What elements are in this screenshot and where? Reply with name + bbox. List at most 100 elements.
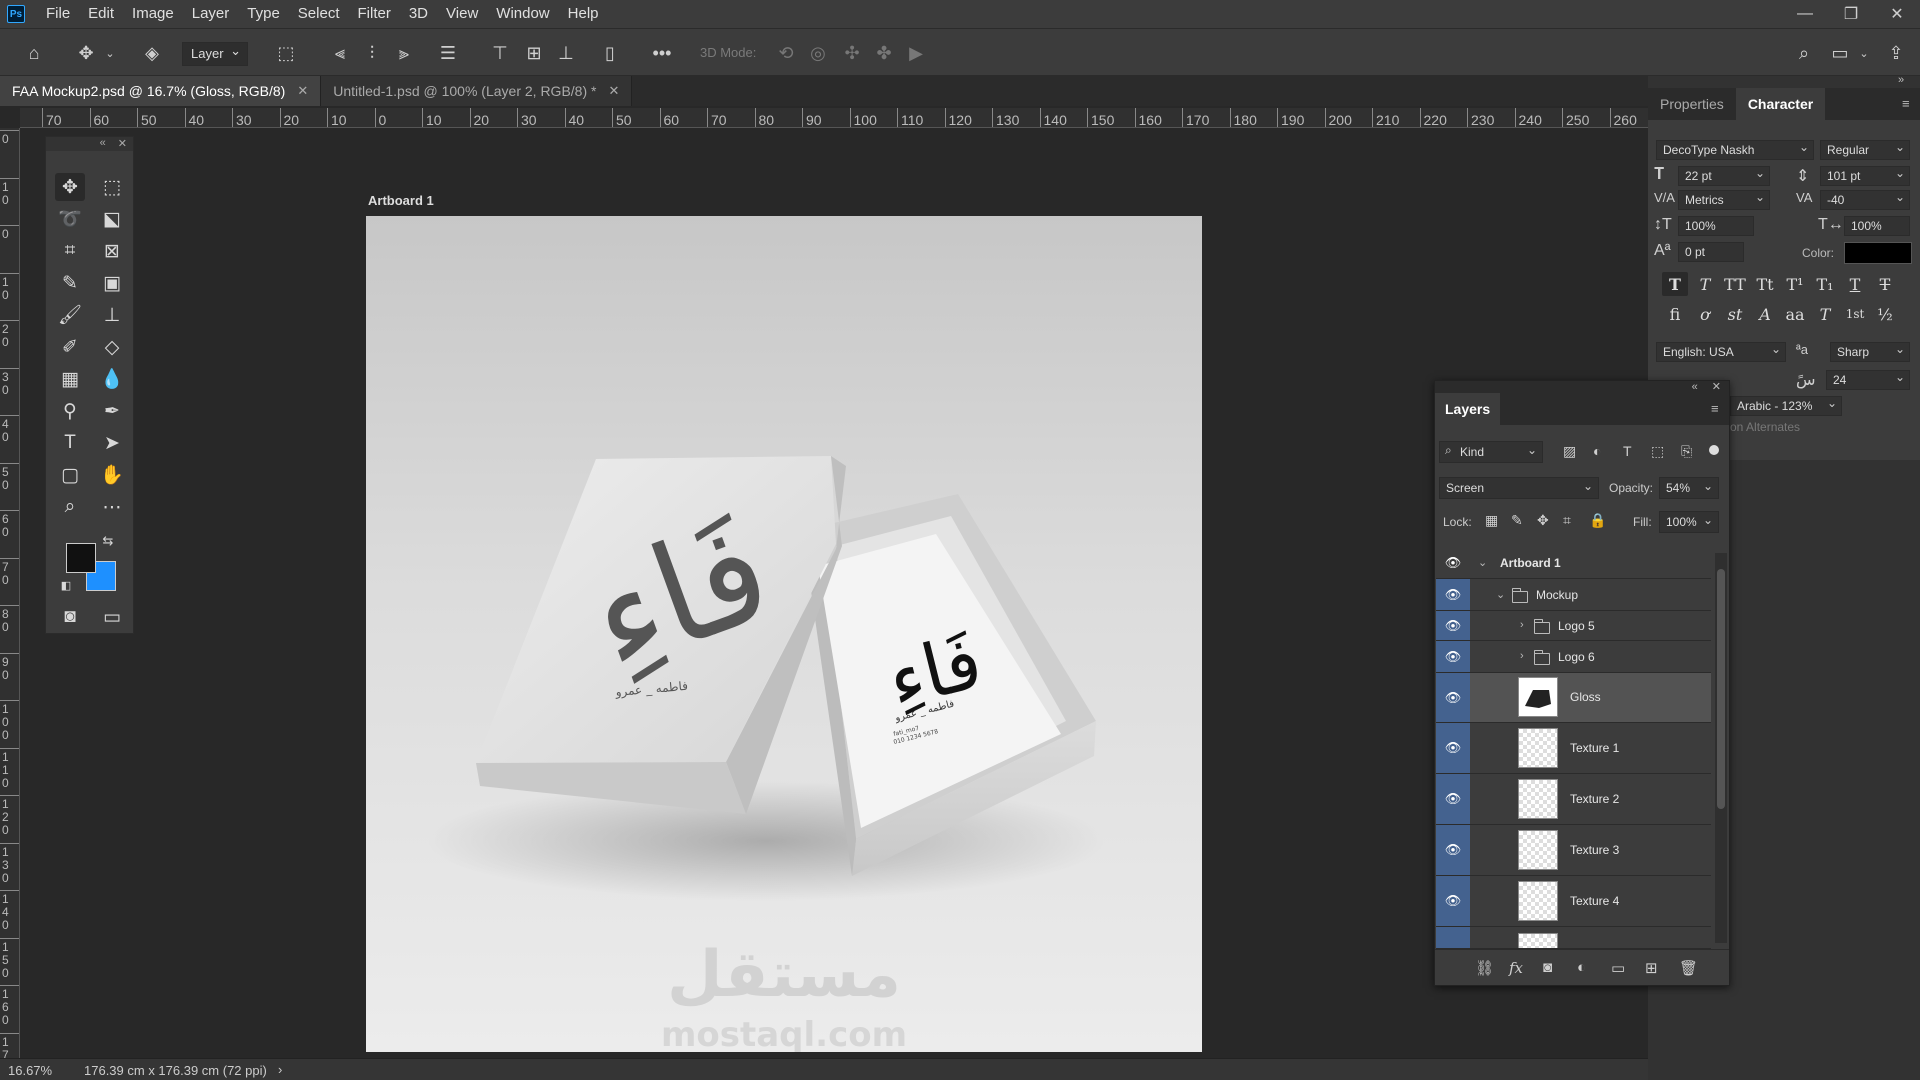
eraser-tool-icon[interactable]: ◇	[97, 333, 127, 361]
clone-stamp-tool-icon[interactable]: ⊥	[97, 301, 127, 329]
titling-alternates-button[interactable]: T	[1812, 302, 1838, 326]
hand-tool-icon[interactable]: ✋	[97, 461, 127, 489]
kerning-field[interactable]: Metrics	[1678, 190, 1770, 210]
history-brush-tool-icon[interactable]: ✐	[55, 333, 85, 361]
align-middle-v-icon[interactable]: ⊞	[522, 41, 546, 65]
lock-all-icon[interactable]: 🔒	[1589, 512, 1606, 529]
language-dropdown[interactable]: English: USA	[1656, 342, 1786, 362]
antialias-dropdown[interactable]: Sharp	[1830, 342, 1910, 362]
horizontal-scale-field[interactable]: 100%	[1844, 216, 1910, 236]
close-tab-icon[interactable]: ✕	[608, 76, 619, 106]
path-selection-tool-icon[interactable]: ➤	[97, 429, 127, 457]
3d-slide-icon[interactable]: ✤	[872, 41, 896, 65]
workspace-icon[interactable]: ▭	[1828, 41, 1852, 65]
visibility-eye-icon[interactable]: 👁	[1436, 825, 1470, 875]
move-tool-icon[interactable]: ✥	[55, 173, 85, 201]
menu-type[interactable]: Type	[238, 0, 289, 28]
delete-layer-icon[interactable]: 🗑	[1679, 959, 1698, 977]
faux-italic-button[interactable]: T	[1692, 272, 1718, 296]
visibility-column[interactable]	[1436, 927, 1470, 948]
pen-tool-icon[interactable]: ✒	[97, 397, 127, 425]
text-color-swatch[interactable]	[1844, 242, 1912, 264]
minimize-button[interactable]: —	[1782, 0, 1828, 28]
shape-tool-icon[interactable]: ▢	[55, 461, 85, 489]
menu-edit[interactable]: Edit	[79, 0, 123, 28]
filter-smart-object-icon[interactable]: ⎘	[1681, 443, 1692, 460]
fill-field[interactable]: 100%	[1659, 511, 1719, 533]
foreground-color-swatch[interactable]	[66, 543, 96, 573]
layer-row[interactable]: 👁 Texture 2	[1436, 774, 1711, 825]
restore-button[interactable]: ❐	[1828, 0, 1874, 28]
blur-tool-icon[interactable]: 💧	[97, 365, 127, 393]
workspace-dropdown-icon[interactable]: ⌄	[1852, 41, 1876, 65]
vertical-ruler[interactable]: 0 10 0 10 20 30 40 50 60 70 80 90 100 110 120 130 140 150…	[0, 128, 20, 1058]
layer-row-selected[interactable]: 👁 Gloss	[1436, 673, 1711, 723]
expand-chevron-icon[interactable]: ›	[1520, 650, 1524, 662]
distribute-v-icon[interactable]: ▯	[598, 41, 622, 65]
object-selection-tool-icon[interactable]: ⬕	[97, 205, 127, 233]
menu-3d[interactable]: 3D	[400, 0, 437, 28]
screen-mode-icon[interactable]: ▭	[97, 603, 127, 631]
3d-pan-icon[interactable]: ✣	[840, 41, 864, 65]
fractions-button[interactable]: ½	[1872, 302, 1898, 326]
layer-row-group[interactable]: 👁 › Logo 5	[1436, 611, 1711, 641]
tab-character[interactable]: Character	[1735, 88, 1826, 120]
small-caps-button[interactable]: Tt	[1752, 272, 1778, 296]
add-mask-icon[interactable]: ◙	[1543, 959, 1552, 976]
align-bottom-icon[interactable]: ⊥	[554, 41, 578, 65]
collapse-icon[interactable]: «	[100, 137, 106, 151]
expand-chevron-icon[interactable]: ⌄	[1496, 588, 1505, 601]
lock-pixels-icon[interactable]: ✎	[1511, 512, 1523, 529]
discretionary-ligatures-button[interactable]: st	[1722, 302, 1748, 326]
brush-tool-icon[interactable]: 🖌	[55, 301, 85, 329]
gradient-tool-icon[interactable]: ▦	[55, 365, 85, 393]
superscript-button[interactable]: T¹	[1782, 272, 1808, 296]
layers-menu-icon[interactable]: ≡	[1711, 401, 1719, 416]
expand-chevron-icon[interactable]: ⌄	[1478, 556, 1487, 569]
baseline-shift-field[interactable]: 0 pt	[1678, 242, 1744, 262]
leading-field[interactable]: 101 pt	[1820, 166, 1910, 186]
layer-row-group[interactable]: 👁 › Logo 6	[1436, 641, 1711, 673]
new-layer-icon[interactable]: ⊞	[1645, 959, 1658, 977]
visibility-eye-icon[interactable]: 👁	[1436, 774, 1470, 824]
type-tool-icon[interactable]: T	[55, 429, 85, 457]
marquee-tool-icon[interactable]: ⬚	[97, 173, 127, 201]
panel-menu-icon[interactable]: ≡	[1902, 96, 1910, 111]
scroll-thumb[interactable]	[1717, 569, 1725, 809]
font-size-field[interactable]: 22 pt	[1678, 166, 1770, 186]
collapse-icon[interactable]: «	[1692, 381, 1698, 393]
tab-untitled[interactable]: Untitled-1.psd @ 100% (Layer 2, RGB/8) *…	[321, 76, 633, 106]
swap-colors-icon[interactable]: ⇆	[100, 533, 116, 549]
old-style-button[interactable]: ơ	[1692, 302, 1718, 326]
frame-tool-icon[interactable]: ⊠	[97, 237, 127, 265]
swash-button[interactable]: A	[1752, 302, 1778, 326]
lock-position-icon[interactable]: ✥	[1537, 512, 1549, 529]
horizontal-ruler[interactable]: 70 60 50 40 30 20 10 0 10 20 30 40 50 60 70 80 90 100 110 1…	[20, 108, 1648, 128]
kashida-field[interactable]: 24	[1826, 370, 1910, 390]
crop-tool-icon[interactable]: ⌗	[55, 237, 85, 265]
zoom-tool-icon[interactable]: ⌕	[55, 493, 85, 521]
close-window-button[interactable]: ✕	[1874, 0, 1920, 28]
visibility-eye-icon[interactable]: 👁	[1436, 723, 1470, 773]
new-group-icon[interactable]: ▭	[1611, 959, 1625, 977]
subscript-button[interactable]: T₁	[1812, 272, 1838, 296]
blend-mode-dropdown[interactable]: Screen	[1439, 477, 1599, 499]
all-caps-button[interactable]: TT	[1722, 272, 1748, 296]
layer-row[interactable]: 👁 Texture 4	[1436, 876, 1711, 927]
vertical-scale-field[interactable]: 100%	[1678, 216, 1754, 236]
move-tool-icon[interactable]: ✥	[74, 41, 98, 65]
align-center-h-icon[interactable]: ⫶	[360, 41, 384, 65]
tracking-field[interactable]: -40	[1820, 190, 1910, 210]
lock-transparent-icon[interactable]: ▦	[1485, 512, 1498, 529]
auto-select-icon[interactable]: ◈	[140, 41, 164, 65]
ligatures-button[interactable]: fi	[1662, 302, 1688, 326]
spot-healing-tool-icon[interactable]: ▣	[97, 269, 127, 297]
status-menu-chevron-icon[interactable]: ›	[278, 1062, 282, 1077]
menu-image[interactable]: Image	[123, 0, 183, 28]
3d-orbit-icon[interactable]: ⟲	[774, 41, 798, 65]
tab-faa-mockup[interactable]: FAA Mockup2.psd @ 16.7% (Gloss, RGB/8) ✕	[0, 76, 322, 106]
filter-pixel-icon[interactable]: ▨	[1563, 443, 1576, 460]
link-layers-icon[interactable]: ⛓	[1475, 959, 1494, 977]
search-icon[interactable]: ⌕	[1792, 41, 1816, 65]
lasso-tool-icon[interactable]: ➰	[55, 205, 85, 233]
